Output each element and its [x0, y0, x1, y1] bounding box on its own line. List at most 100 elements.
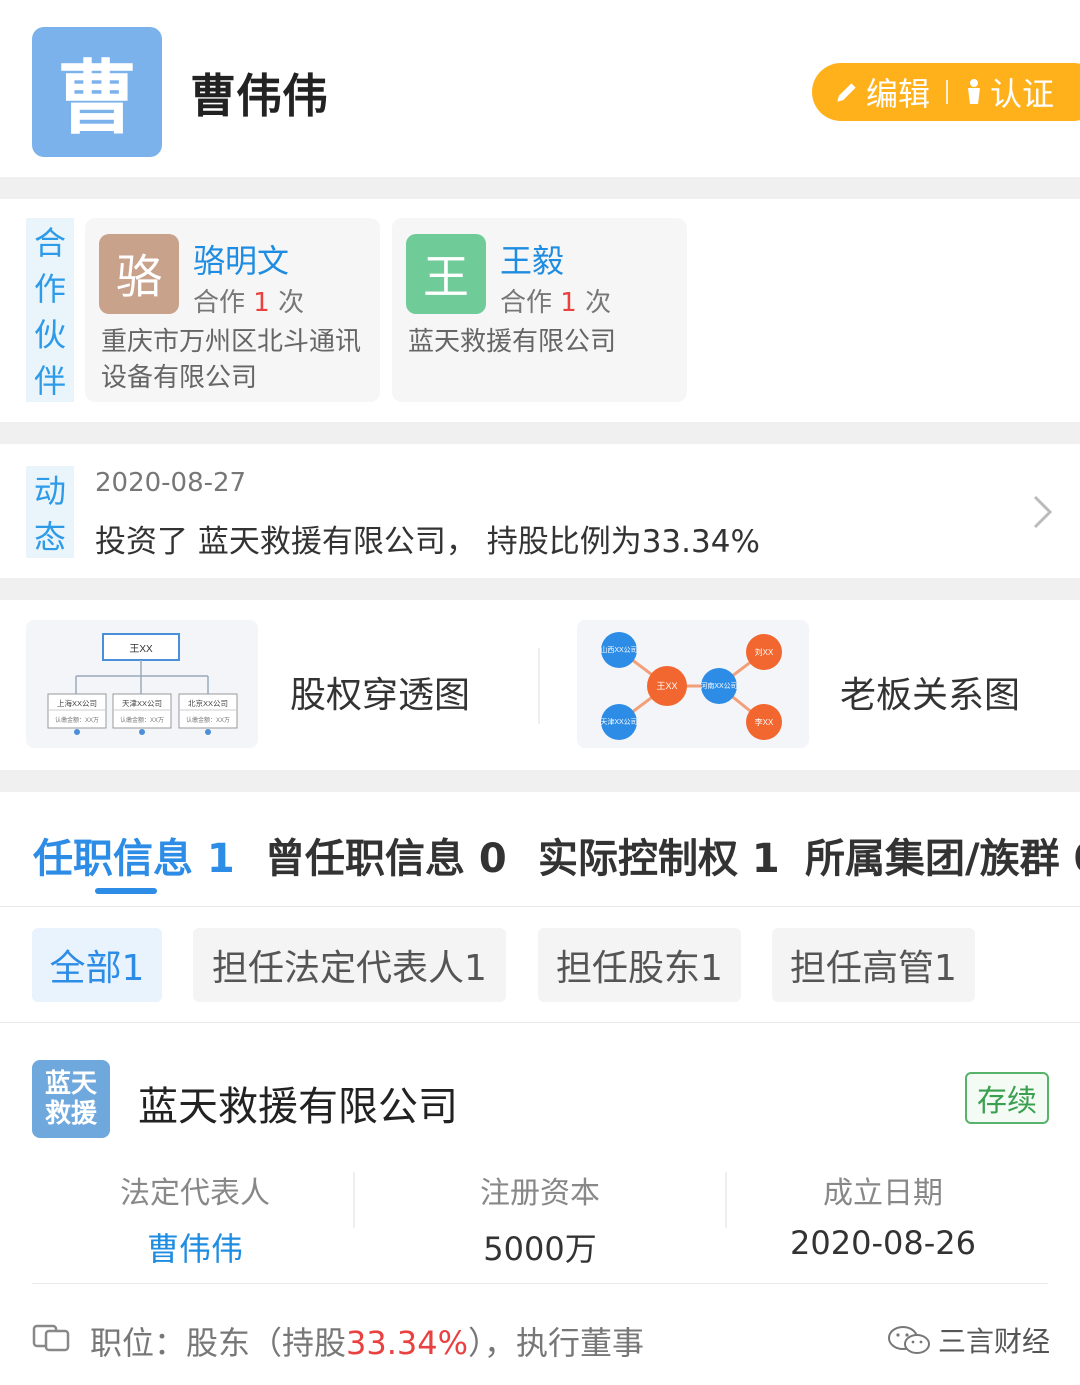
partner-coop-count: 合作 1 次 — [193, 282, 304, 319]
node-label: 刘XX — [755, 647, 774, 657]
equity-graph-label[interactable]: 股权穿透图 — [290, 666, 470, 718]
position-text: 职位：股东（持股33.34%），执行董事 — [90, 1318, 644, 1364]
thumb-child-sub: 认缴金额：XX万 — [120, 716, 164, 724]
status-badge: 存续 — [965, 1072, 1049, 1124]
relation-graph-label[interactable]: 老板关系图 — [840, 666, 1020, 718]
position-suffix: ），执行董事 — [468, 1324, 645, 1362]
legal-rep-link[interactable]: 曹伟伟 — [80, 1224, 310, 1270]
partners-label-char: 伙 — [33, 316, 66, 354]
partner-avatar: 王 — [406, 234, 486, 314]
company-name[interactable]: 蓝天救援有限公司 — [138, 1074, 458, 1132]
partner-card[interactable]: 骆 骆明文 合作 1 次 重庆市万州区北斗通讯 设备有限公司 — [85, 218, 380, 402]
tabs-divider — [0, 906, 1080, 907]
company-line: 重庆市万州区北斗通讯 — [101, 327, 362, 357]
stat-legal-rep: 法定代表人 曹伟伟 — [80, 1168, 310, 1270]
equity-graph-thumbnail[interactable]: 王XX 上海XX公司 天津XX公司 北京XX公司 认缴金额：XX万 认缴金额：X… — [26, 620, 258, 748]
action-pill: 编辑 认证 — [812, 63, 1080, 121]
dynamic-label-char: 动 — [33, 472, 66, 510]
dynamic-text[interactable]: 投资了 蓝天救援有限公司， 持股比例为33.34% — [95, 516, 760, 561]
certify-button[interactable]: 认证 — [964, 69, 1054, 115]
logo-line: 蓝天 — [44, 1069, 97, 1099]
position-icon — [32, 1324, 70, 1352]
chevron-right-icon[interactable] — [1032, 494, 1054, 530]
thumb-top-text: 王XX — [129, 644, 153, 655]
partner-company: 蓝天救援有限公司 — [408, 324, 616, 360]
section-divider — [0, 578, 1080, 600]
pill-divider — [946, 80, 949, 104]
stat-divider — [725, 1172, 727, 1228]
tab-actual-control[interactable]: 实际控制权 1 — [538, 826, 780, 884]
active-tab-indicator — [95, 888, 157, 894]
person-name: 曹伟伟 — [190, 69, 328, 123]
partner-name[interactable]: 王毅 — [500, 236, 564, 282]
stat-key: 注册资本 — [480, 1176, 600, 1211]
wechat-icon — [888, 1326, 930, 1354]
coop-count: 1 — [560, 288, 577, 318]
coop-count: 1 — [253, 288, 270, 318]
thumb-child-name: 北京XX公司 — [188, 698, 228, 708]
thumb-child-name: 天津XX公司 — [122, 699, 162, 708]
stat-divider — [353, 1172, 355, 1228]
person-avatar: 曹 — [32, 27, 162, 157]
chip-executive[interactable]: 担任高管1 — [772, 928, 975, 1002]
logo-line: 救援 — [44, 1099, 97, 1129]
stat-key: 法定代表人 — [120, 1176, 270, 1211]
certify-label: 认证 — [990, 75, 1055, 113]
chip-shareholder[interactable]: 担任股东1 — [538, 928, 741, 1002]
certify-icon — [968, 79, 981, 104]
coop-prefix: 合作 — [193, 288, 246, 318]
dynamic-date: 2020-08-27 — [95, 468, 247, 498]
stat-key: 成立日期 — [823, 1176, 943, 1211]
watermark-text: 三言财经 — [938, 1325, 1051, 1358]
chips-divider — [0, 1022, 1080, 1023]
company-logo: 蓝天 救援 — [32, 1060, 110, 1138]
node-label: 天津XX公司 — [600, 718, 637, 726]
partners-label-char: 合 — [33, 224, 66, 262]
section-divider — [0, 177, 1080, 199]
dynamic-label: 动 态 — [26, 466, 74, 558]
edit-label: 编辑 — [866, 75, 931, 113]
thumb-child-sub: 认缴金额：XX万 — [186, 716, 230, 724]
coop-prefix: 合作 — [500, 288, 553, 318]
tab-current-positions[interactable]: 任职信息 1 — [33, 826, 235, 884]
chip-all[interactable]: 全部1 — [32, 928, 162, 1002]
partner-company: 重庆市万州区北斗通讯 设备有限公司 — [101, 324, 361, 396]
partner-card[interactable]: 王 王毅 合作 1 次 蓝天救援有限公司 — [392, 218, 687, 402]
partner-name[interactable]: 骆明文 — [193, 236, 289, 282]
stat-founded-date: 成立日期 2020-08-26 — [768, 1168, 998, 1262]
stat-value: 2020-08-26 — [790, 1224, 976, 1262]
watermark: 三言财经 — [886, 1320, 1050, 1360]
stat-registered-capital: 注册资本 5000万 — [425, 1168, 655, 1270]
coop-suffix: 次 — [278, 288, 305, 318]
partners-label-char: 作 — [33, 270, 66, 308]
stat-value: 5000万 — [483, 1230, 597, 1268]
share-percent: 33.34% — [346, 1324, 469, 1362]
chip-legal-rep[interactable]: 担任法定代表人1 — [193, 928, 506, 1002]
company-line: 蓝天救援有限公司 — [408, 327, 617, 357]
company-line: 设备有限公司 — [101, 363, 258, 393]
dynamic-label-char: 态 — [33, 518, 66, 556]
partner-coop-count: 合作 1 次 — [500, 282, 611, 319]
partners-label: 合 作 伙 伴 — [26, 218, 74, 402]
position-prefix: 职位：股东（持股 — [90, 1324, 347, 1362]
relation-network-icon: 山西XX公司 王XX 河南XX公司 刘XX 天津XX公司 李XX — [600, 632, 782, 740]
relation-graph-thumbnail[interactable]: 山西XX公司 王XX 河南XX公司 刘XX 天津XX公司 李XX — [577, 620, 809, 748]
coop-suffix: 次 — [585, 288, 612, 318]
pencil-icon — [837, 83, 856, 102]
graph-divider — [538, 648, 540, 724]
section-divider — [0, 422, 1080, 444]
card-divider — [32, 1283, 1048, 1284]
partner-avatar: 骆 — [99, 234, 179, 314]
thumb-child-name: 上海XX公司 — [57, 698, 97, 708]
tab-group[interactable]: 所属集团/族群 0 — [805, 826, 1080, 884]
node-label: 王XX — [656, 681, 677, 691]
node-label: 河南XX公司 — [700, 681, 737, 690]
thumb-child-sub: 认缴金额：XX万 — [55, 716, 99, 724]
equity-tree-icon: 王XX 上海XX公司 天津XX公司 北京XX公司 认缴金额：XX万 认缴金额：X… — [47, 633, 238, 735]
tab-past-positions[interactable]: 曾任职信息 0 — [265, 826, 507, 884]
section-divider — [0, 770, 1080, 792]
node-label: 李XX — [755, 717, 774, 727]
partners-label-char: 伴 — [33, 362, 66, 400]
node-label: 山西XX公司 — [600, 645, 637, 654]
edit-button[interactable]: 编辑 — [834, 69, 930, 115]
